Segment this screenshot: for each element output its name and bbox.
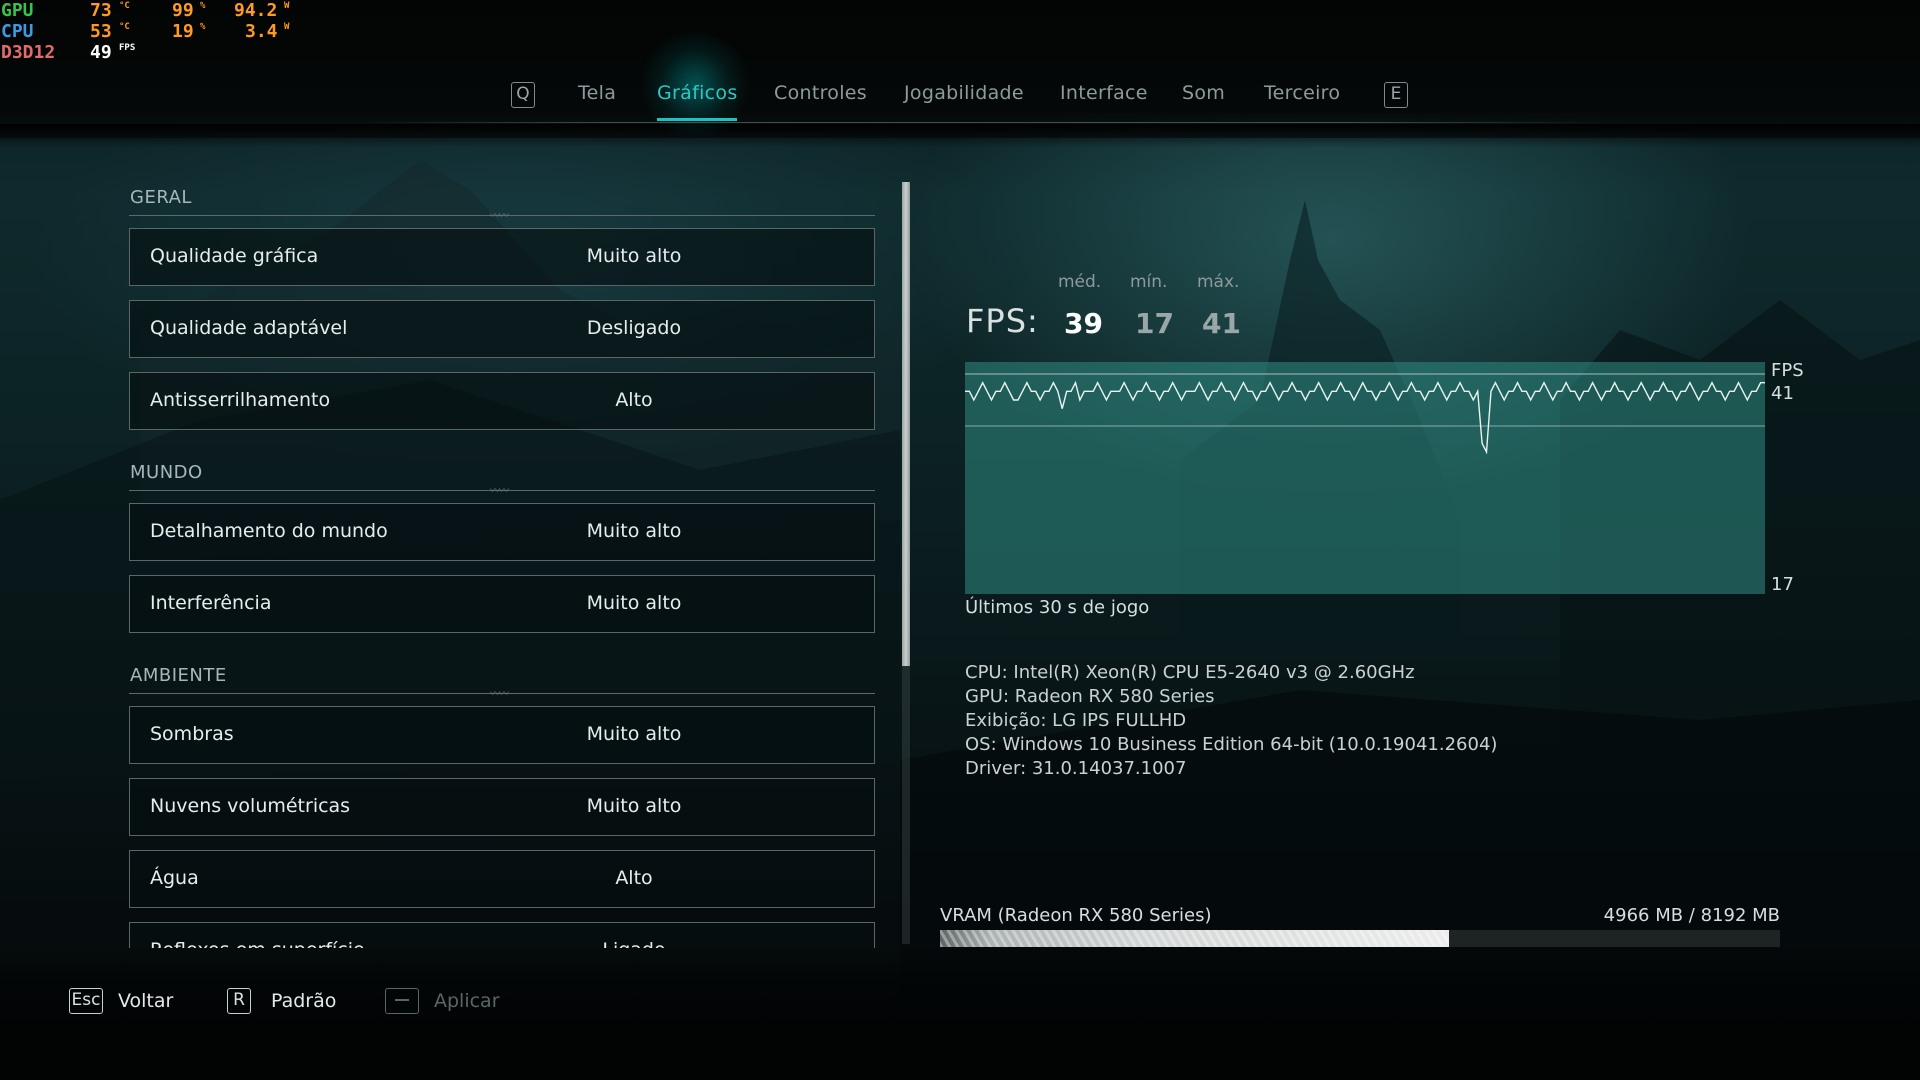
setting-row-surface-reflections[interactable]: Reflexos em superfície Ligado [129, 922, 875, 948]
graph-bottom-value: 17 [1771, 574, 1794, 595]
setting-value[interactable]: Alto [530, 867, 738, 889]
fps-label: FPS: [966, 302, 1039, 340]
setting-row-adaptive-quality[interactable]: Qualidade adaptável Desligado [129, 300, 875, 358]
setting-label: Reflexos em superfície [150, 939, 365, 948]
setting-label: Nuvens volumétricas [150, 795, 351, 817]
fps-min-value: 17 [1135, 307, 1174, 340]
settings-scrollbar-thumb[interactable] [902, 182, 910, 666]
setting-value[interactable]: Desligado [530, 317, 738, 339]
setting-row-water[interactable]: Água Alto [129, 850, 875, 908]
tab-jogabilidade[interactable]: Jogabilidade [904, 82, 1024, 104]
setting-row-interference[interactable]: Interferência Muito alto [129, 575, 875, 633]
settings-list: GERAL 〰〰 Qualidade gráfica Muito alto Qu… [0, 0, 900, 948]
graph-top-value: 41 [1771, 383, 1794, 404]
setting-row-volumetric-clouds[interactable]: Nuvens volumétricas Muito alto [129, 778, 875, 836]
back-button[interactable]: Voltar [118, 990, 173, 1012]
setting-row-graphics-quality[interactable]: Qualidade gráfica Muito alto [129, 228, 875, 286]
section-title-geral: GERAL [130, 187, 192, 208]
fps-avg-value: 39 [1064, 307, 1103, 340]
setting-value[interactable]: Muito alto [530, 592, 738, 614]
vram-bar [940, 930, 1780, 947]
fps-min-header: mín. [1130, 272, 1168, 292]
vram-bar-fill [940, 930, 1450, 947]
section-ornament: 〰〰 [490, 486, 509, 497]
tab-terceiro[interactable]: Terceiro [1264, 82, 1340, 104]
apply-key-icon [385, 988, 419, 1014]
vram-value: 4966 MB / 8192 MB [1603, 905, 1780, 926]
setting-row-antialiasing[interactable]: Antisserrilhamento Alto [129, 372, 875, 430]
game-settings-screen: GPU 73 °C 99 % 94.2 W CPU 53 °C 19 % 3.4… [0, 0, 1920, 1080]
fps-max-header: máx. [1197, 272, 1240, 292]
setting-label: Detalhamento do mundo [150, 520, 388, 542]
spacebar-icon [395, 999, 409, 1001]
sysinfo-cpu: CPU: Intel(R) Xeon(R) CPU E5-2640 v3 @ 2… [965, 662, 1415, 683]
setting-value[interactable]: Muito alto [530, 795, 738, 817]
vram-label: VRAM (Radeon RX 580 Series) [940, 905, 1212, 926]
sysinfo-gpu: GPU: Radeon RX 580 Series [965, 686, 1215, 707]
section-title-mundo: MUNDO [130, 462, 203, 483]
setting-label: Antisserrilhamento [150, 389, 331, 411]
setting-value[interactable]: Muito alto [530, 723, 738, 745]
setting-value[interactable]: Muito alto [530, 245, 738, 267]
sysinfo-display: Exibição: LG IPS FULLHD [965, 710, 1187, 731]
fps-max-value: 41 [1202, 307, 1241, 340]
setting-value[interactable]: Alto [530, 389, 738, 411]
graph-top-unit: FPS [1771, 360, 1804, 381]
graph-caption: Últimos 30 s de jogo [965, 597, 1150, 618]
next-tab-key[interactable]: E [1384, 82, 1408, 108]
fps-graph-plot [965, 373, 1765, 455]
fps-graph [965, 362, 1765, 594]
bottom-bar [0, 945, 1920, 1080]
setting-label: Sombras [150, 723, 234, 745]
setting-label: Qualidade gráfica [150, 245, 319, 267]
setting-label: Qualidade adaptável [150, 317, 348, 339]
section-ornament: 〰〰 [490, 689, 509, 700]
apply-button[interactable]: Aplicar [434, 990, 500, 1012]
section-title-ambiente: AMBIENTE [130, 665, 227, 686]
fps-series-line [965, 380, 1765, 455]
setting-label: Interferência [150, 592, 272, 614]
fps-avg-header: méd. [1058, 272, 1102, 292]
setting-row-world-detail[interactable]: Detalhamento do mundo Muito alto [129, 503, 875, 561]
back-key[interactable]: Esc [69, 988, 103, 1014]
setting-row-shadows[interactable]: Sombras Muito alto [129, 706, 875, 764]
sysinfo-driver: Driver: 31.0.14037.1007 [965, 758, 1187, 779]
section-ornament: 〰〰 [490, 211, 509, 222]
default-key[interactable]: R [227, 988, 251, 1014]
setting-value[interactable]: Ligado [530, 939, 738, 948]
setting-value[interactable]: Muito alto [530, 520, 738, 542]
sysinfo-os: OS: Windows 10 Business Edition 64-bit (… [965, 734, 1498, 755]
setting-label: Água [150, 867, 199, 889]
tab-som[interactable]: Som [1182, 82, 1225, 104]
tab-interface[interactable]: Interface [1060, 82, 1148, 104]
default-button[interactable]: Padrão [271, 990, 336, 1012]
